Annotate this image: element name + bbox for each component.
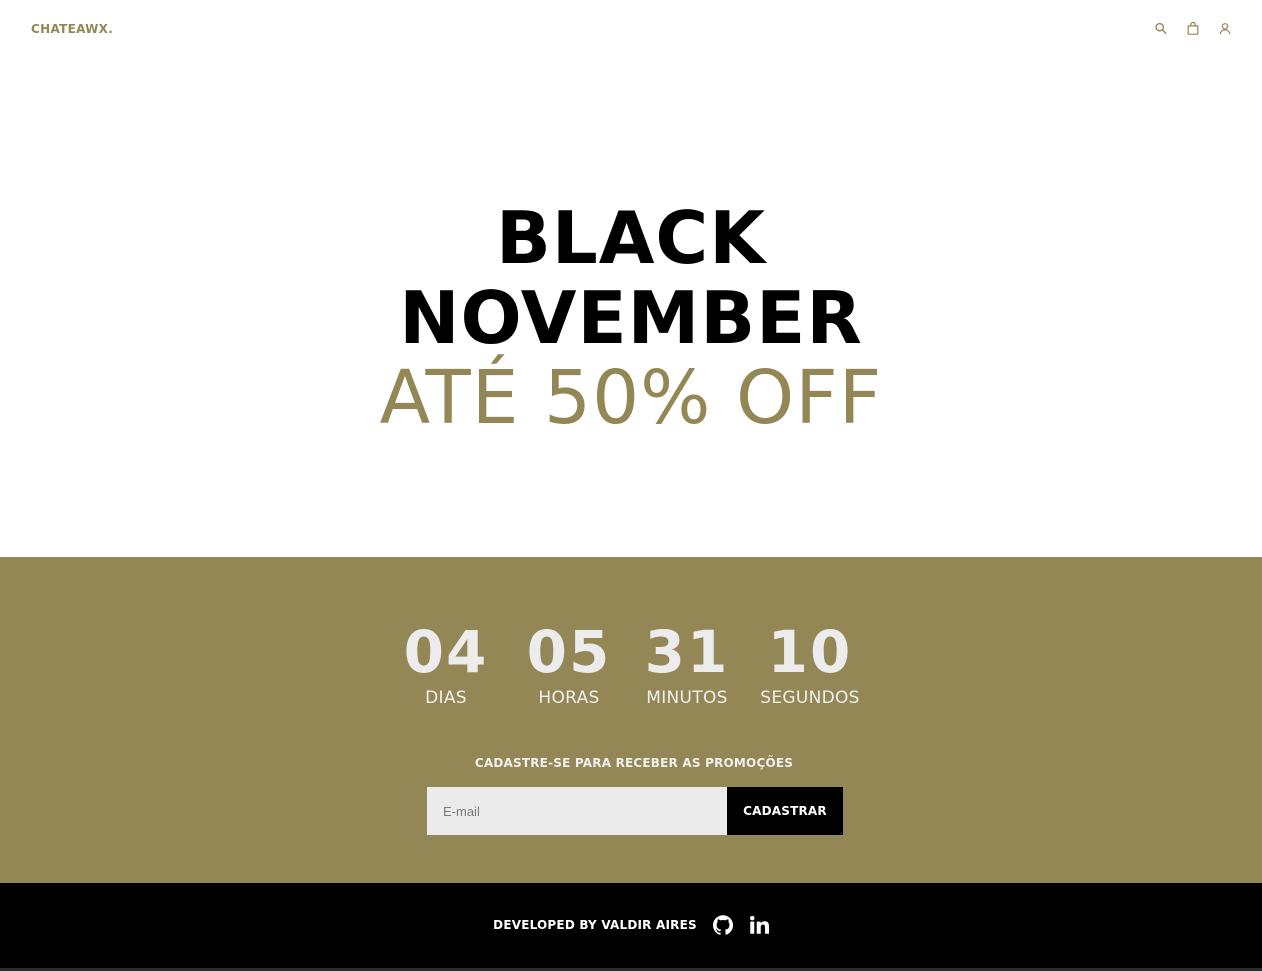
countdown-seconds: 10 SEGUNDOS bbox=[744, 617, 876, 709]
hero-title-line1: BLACK bbox=[495, 196, 767, 280]
brand-logo[interactable]: CHATEAWX. bbox=[31, 22, 113, 36]
countdown-section: 04 DIAS 05 HORAS 31 MINUTOS 10 SEGUNDOS … bbox=[0, 557, 1262, 883]
github-icon[interactable] bbox=[712, 915, 733, 935]
hero-title-line2: NOVEMBER bbox=[399, 276, 863, 360]
countdown-minutes-label: MINUTOS bbox=[646, 688, 728, 708]
countdown-days-label: DIAS bbox=[425, 688, 467, 708]
countdown-minutes-value: 31 bbox=[644, 618, 730, 686]
countdown-hours: 05 HORAS bbox=[508, 617, 630, 709]
shopping-bag-icon[interactable] bbox=[1184, 18, 1202, 38]
user-icon[interactable] bbox=[1216, 18, 1234, 38]
hero-banner: BLACK NOVEMBER ATÉ 50% OFF bbox=[0, 60, 1262, 557]
countdown-timer: 04 DIAS 05 HORAS 31 MINUTOS 10 SEGUNDOS bbox=[0, 617, 1262, 709]
countdown-minutes: 31 MINUTOS bbox=[630, 617, 744, 709]
countdown-seconds-value: 10 bbox=[767, 618, 853, 686]
hero-discount: ATÉ 50% OFF bbox=[379, 355, 883, 441]
countdown-seconds-label: SEGUNDOS bbox=[760, 688, 860, 708]
countdown-days-value: 04 bbox=[403, 618, 489, 686]
countdown-days: 04 DIAS bbox=[386, 617, 506, 709]
header-icons bbox=[1152, 18, 1234, 38]
signup-form: CADASTRAR bbox=[427, 787, 843, 835]
site-header: CHATEAWX. bbox=[0, 0, 1262, 60]
countdown-hours-label: HORAS bbox=[538, 688, 600, 708]
signup-button[interactable]: CADASTRAR bbox=[727, 787, 843, 835]
linkedin-icon[interactable] bbox=[749, 915, 769, 935]
signup-title: CADASTRE-SE PARA RECEBER AS PROMOÇÕES bbox=[474, 756, 794, 770]
search-icon[interactable] bbox=[1152, 18, 1170, 38]
social-links bbox=[712, 915, 769, 935]
footer-content: DEVELOPED BY VALDIR AIRES bbox=[0, 915, 1262, 935]
email-field[interactable] bbox=[427, 787, 727, 835]
developer-credit: DEVELOPED BY VALDIR AIRES bbox=[493, 918, 697, 932]
countdown-hours-value: 05 bbox=[526, 618, 612, 686]
site-footer: DEVELOPED BY VALDIR AIRES bbox=[0, 883, 1262, 971]
